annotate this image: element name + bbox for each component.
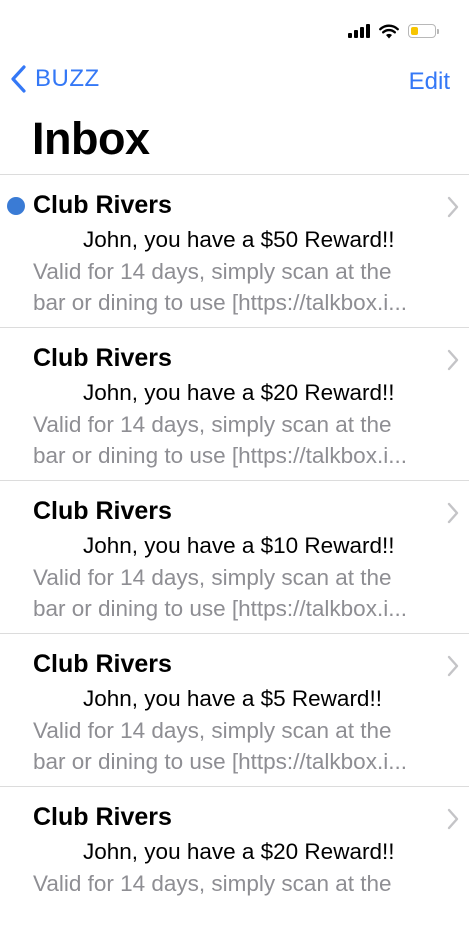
chevron-right-icon xyxy=(447,349,459,371)
message-preview-line: Valid for 14 days, simply scan at the xyxy=(33,718,392,743)
message-preview: Valid for 14 days, simply scan at the ba… xyxy=(33,256,448,318)
message-subject: John, you have a $20 Reward!! xyxy=(33,380,395,405)
message-subject: John, you have a $50 Reward!! xyxy=(33,227,395,252)
message-preview: Valid for 14 days, simply scan at the ba… xyxy=(33,715,448,777)
message-preview: Valid for 14 days, simply scan at the ba… xyxy=(33,409,448,471)
cellular-signal-icon xyxy=(348,24,370,38)
message-sender: Club Rivers xyxy=(33,191,172,219)
chevron-right-icon xyxy=(447,808,459,830)
wifi-icon xyxy=(379,24,399,38)
message-subject: John, you have a $10 Reward!! xyxy=(33,533,395,558)
message-row[interactable]: Club Rivers John, you have a $10 Reward!… xyxy=(0,480,469,633)
message-row[interactable]: Club Rivers John, you have a $20 Reward!… xyxy=(0,786,469,939)
message-preview-line: bar or dining to use [https://talkbox.i.… xyxy=(33,443,407,468)
unread-indicator-icon xyxy=(7,197,25,215)
message-sender: Club Rivers xyxy=(33,497,172,525)
message-row[interactable]: Club Rivers John, you have a $20 Reward!… xyxy=(0,327,469,480)
message-sender: Club Rivers xyxy=(33,650,172,678)
message-preview: Valid for 14 days, simply scan at the ba… xyxy=(33,562,448,624)
message-subject: John, you have a $20 Reward!! xyxy=(33,839,395,864)
message-sender: Club Rivers xyxy=(33,344,172,372)
chevron-right-icon xyxy=(447,655,459,677)
message-preview-line: Valid for 14 days, simply scan at the xyxy=(33,565,392,590)
message-row[interactable]: Club Rivers John, you have a $5 Reward!!… xyxy=(0,633,469,786)
message-row[interactable]: Club Rivers John, you have a $50 Reward!… xyxy=(0,174,469,327)
message-preview-line: bar or dining to use [https://talkbox.i.… xyxy=(33,596,407,621)
message-preview-line: bar or dining to use [https://talkbox.i.… xyxy=(33,290,407,315)
message-preview-line: bar or dining to use [https://talkbox.i.… xyxy=(33,749,407,774)
message-sender: Club Rivers xyxy=(33,803,172,831)
message-list: Club Rivers John, you have a $50 Reward!… xyxy=(0,174,469,939)
chevron-right-icon xyxy=(447,502,459,524)
message-preview-line: Valid for 14 days, simply scan at the xyxy=(33,871,392,896)
battery-low-icon xyxy=(408,24,439,38)
battery-level xyxy=(411,27,418,35)
message-subject: John, you have a $5 Reward!! xyxy=(33,686,382,711)
chevron-left-icon xyxy=(11,65,26,93)
chevron-right-icon xyxy=(447,196,459,218)
message-preview-line: Valid for 14 days, simply scan at the xyxy=(33,412,392,437)
navigation-bar: BUZZ Edit xyxy=(0,64,469,100)
message-preview: Valid for 14 days, simply scan at the xyxy=(33,868,448,899)
edit-button[interactable]: Edit xyxy=(409,68,450,96)
back-button[interactable]: BUZZ xyxy=(10,64,100,94)
status-bar xyxy=(348,18,439,44)
page-title: Inbox xyxy=(32,113,150,164)
message-preview-line: Valid for 14 days, simply scan at the xyxy=(33,259,392,284)
back-button-label: BUZZ xyxy=(35,65,100,92)
